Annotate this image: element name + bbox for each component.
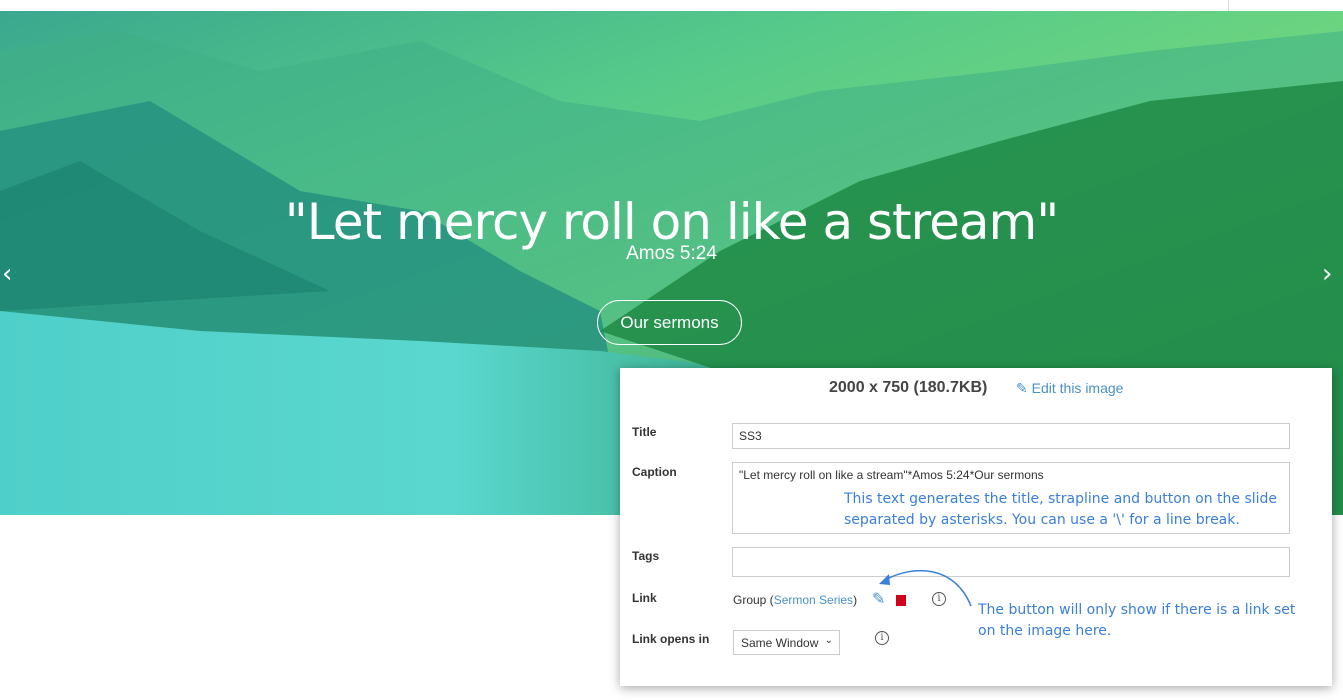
title-label: Title — [632, 425, 657, 439]
link-note: The button will only show if there is a … — [978, 600, 1295, 642]
edit-image-label: Edit this image — [1031, 380, 1124, 396]
caption-note-line: This text generates the title, strapline… — [844, 491, 1278, 507]
caption-label: Caption — [632, 465, 677, 479]
chevron-left-icon[interactable]: ‹ — [2, 259, 12, 289]
image-dimensions: 2000 x 750 (180.7KB) — [829, 379, 988, 396]
title-input[interactable]: SS3 — [732, 423, 1290, 449]
edit-image-link[interactable]: ✎ Edit this image — [1016, 380, 1123, 397]
link-prefix: Group ( — [733, 593, 774, 607]
divider — [1228, 0, 1229, 11]
link-label: Link — [632, 591, 657, 605]
link-value: Group (Sermon Series) — [733, 593, 857, 607]
slide-strapline: Amos 5:24 — [626, 243, 717, 264]
link-note-line: on the image here. — [978, 623, 1112, 639]
tags-input[interactable] — [732, 547, 1290, 577]
tags-label: Tags — [632, 549, 660, 563]
link-note-line: The button will only show if there is a … — [978, 602, 1296, 618]
link-opens-select[interactable]: Same Window ⌄ — [733, 630, 840, 655]
link-suffix: ) — [853, 593, 858, 607]
chevron-down-icon: ⌄ — [824, 635, 833, 646]
annotation-arrow-icon — [879, 569, 972, 607]
our-sermons-button[interactable]: Our sermons — [597, 300, 742, 345]
pencil-icon: ✎ — [1016, 380, 1028, 396]
info-icon[interactable]: i — [875, 631, 889, 645]
link-opens-label: Link opens in — [632, 632, 710, 646]
chevron-right-icon[interactable]: › — [1322, 259, 1332, 289]
caption-note-line: separated by asterisks. You can use a '\… — [844, 512, 1240, 528]
link-opens-value: Same Window — [741, 636, 819, 650]
caption-note: This text generates the title, strapline… — [844, 489, 1277, 531]
image-details-panel: 2000 x 750 (180.7KB) ✎ Edit this image T… — [620, 368, 1332, 686]
sermon-series-link[interactable]: Sermon Series — [774, 593, 853, 607]
